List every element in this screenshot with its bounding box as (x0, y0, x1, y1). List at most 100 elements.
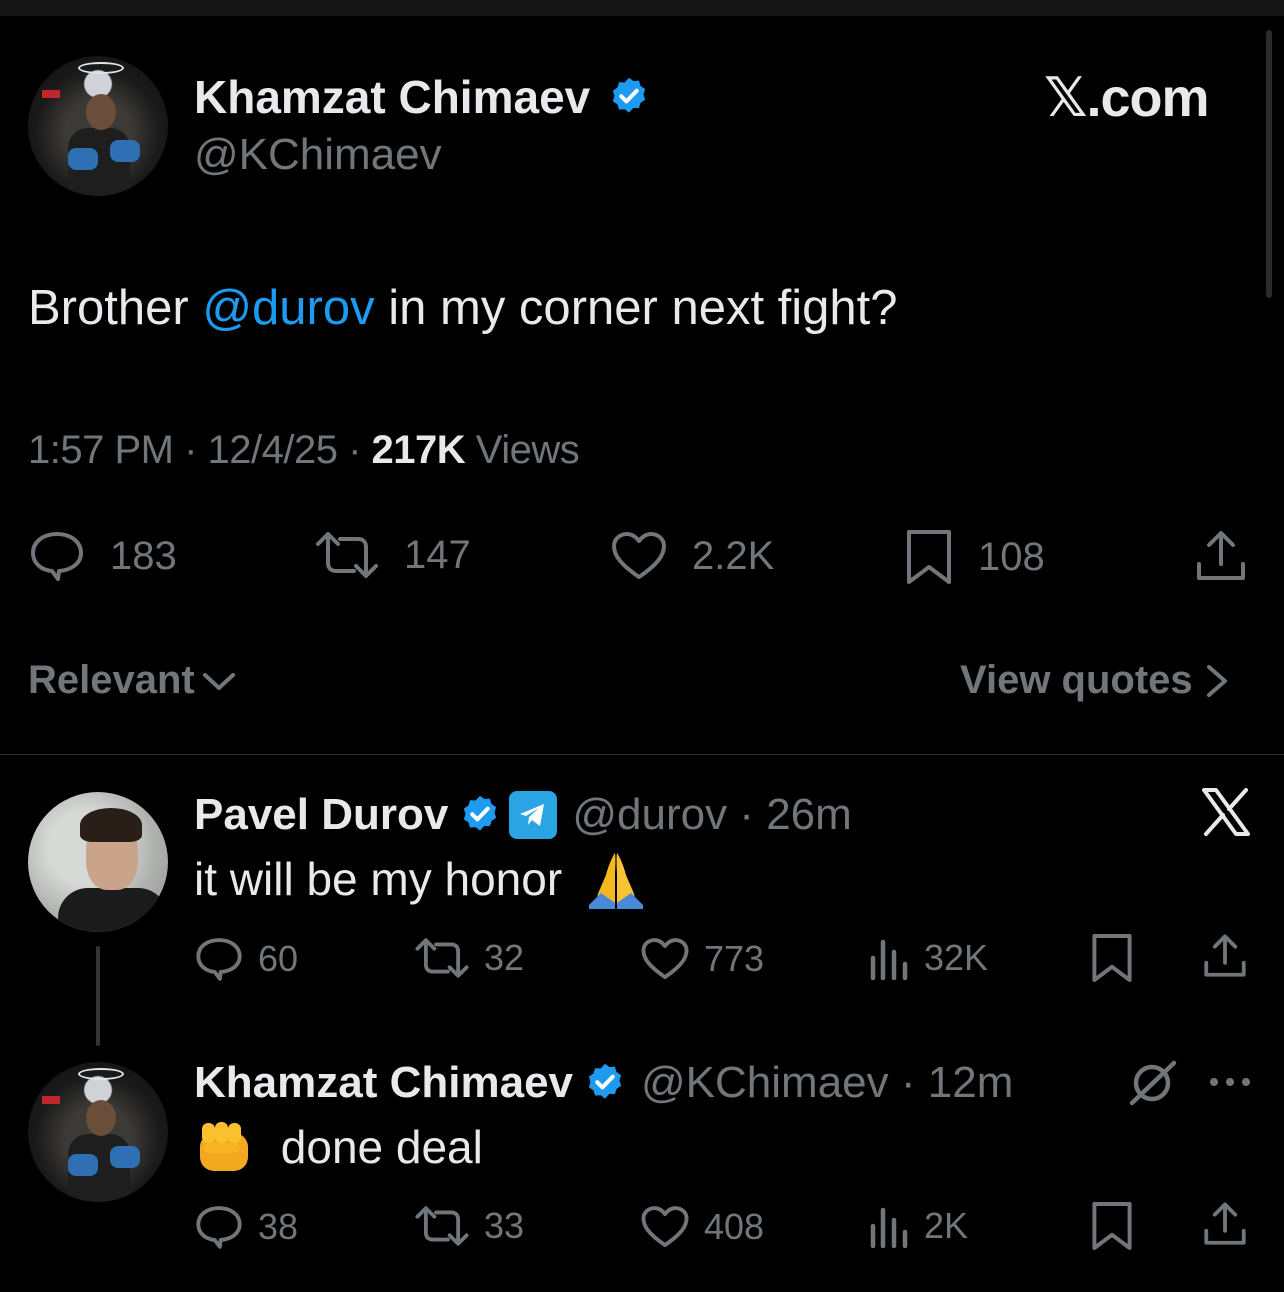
x-logo-icon (1202, 788, 1250, 836)
repost-button[interactable]: 33 (414, 1204, 524, 1248)
reply-icon (196, 938, 242, 981)
glove-left (68, 148, 98, 170)
meta-separator: · (888, 1058, 928, 1107)
share-button[interactable] (1202, 1200, 1248, 1248)
views-count: 217K (371, 428, 466, 472)
share-icon (1204, 1202, 1246, 1245)
like-count: 2.2K (692, 533, 775, 578)
repost-count: 33 (484, 1205, 525, 1246)
reply-text: done deal (194, 1120, 483, 1175)
repost-icon (415, 1206, 469, 1246)
figure-hair (80, 808, 142, 842)
reply-body: it will be my honor (194, 853, 563, 905)
grok-icon[interactable] (1126, 1058, 1178, 1108)
chevron-right-icon (1206, 664, 1227, 697)
views-button[interactable]: 2K (868, 1204, 968, 1248)
like-count: 408 (704, 1206, 765, 1247)
figure-shirt (58, 888, 168, 932)
repost-icon (415, 938, 469, 978)
figure-head (86, 94, 116, 130)
oncoming-fist-icon (200, 1121, 248, 1171)
reply-button[interactable]: 60 (194, 936, 298, 982)
like-button[interactable]: 773 (640, 936, 764, 982)
reply-button[interactable]: 38 (194, 1204, 298, 1250)
meta-separator: · (337, 428, 372, 472)
author-name[interactable]: Khamzat Chimaev (194, 1058, 573, 1108)
tweet-date[interactable]: 12/4/25 (208, 428, 338, 472)
banner-detail (42, 1096, 60, 1104)
view-quotes-label: View quotes (960, 658, 1193, 702)
share-icon (1197, 531, 1245, 580)
repost-count: 147 (404, 532, 471, 577)
divider (0, 754, 1284, 755)
reply-count: 183 (110, 533, 177, 578)
sort-label: Relevant (28, 658, 195, 702)
more-icon[interactable] (1208, 1072, 1252, 1092)
views-icon (870, 939, 908, 980)
reply-text: it will be my honor (194, 852, 647, 909)
like-button[interactable]: 2.2K (610, 530, 774, 582)
author-handle[interactable]: @KChimaev (194, 130, 442, 180)
scrollbar[interactable] (1266, 30, 1272, 298)
like-icon (612, 532, 666, 579)
share-button[interactable] (1194, 528, 1248, 584)
views-label: Views (465, 428, 580, 472)
repost-icon (316, 532, 378, 578)
view-quotes-link[interactable]: View quotes (960, 658, 1235, 703)
author-name[interactable]: Khamzat Chimaev (194, 71, 590, 123)
bookmark-count: 108 (978, 534, 1045, 579)
banner-detail (42, 90, 60, 98)
reply-age[interactable]: 26m (766, 790, 852, 839)
verified-badge-icon (464, 795, 497, 831)
repost-button[interactable]: 32 (414, 936, 524, 980)
repost-button[interactable]: 147 (314, 530, 471, 580)
bookmark-button[interactable]: 108 (904, 528, 1045, 586)
bookmark-button[interactable] (1090, 1200, 1134, 1252)
reply-icon (196, 1206, 242, 1249)
avatar[interactable] (28, 792, 168, 932)
author-name[interactable]: Pavel Durov (194, 790, 448, 840)
tweet-time[interactable]: 1:57 PM (28, 428, 174, 472)
like-button[interactable]: 408 (640, 1204, 764, 1250)
author-handle[interactable]: @KChimaev (641, 1058, 889, 1107)
figure-head (86, 1100, 116, 1136)
views-icon (870, 1207, 908, 1248)
like-count: 773 (704, 938, 765, 979)
views-count: 32K (924, 937, 989, 978)
verified-badge-icon (612, 77, 646, 113)
tweet-meta: 1:57 PM · 12/4/25 · 217K Views (28, 428, 580, 473)
folded-hands-icon (588, 852, 643, 909)
mention-link[interactable]: @durov (202, 281, 374, 335)
bookmark-icon (1092, 934, 1132, 982)
bookmark-button[interactable] (1090, 932, 1134, 984)
avatar[interactable] (28, 56, 168, 196)
avatar[interactable] (28, 1062, 168, 1202)
tweet-text: Brother @durov in my corner next fight? (28, 280, 898, 336)
share-button[interactable] (1202, 932, 1248, 980)
author-handle[interactable]: @durov (572, 790, 727, 839)
ring-light (78, 1068, 124, 1080)
ring-light (78, 62, 124, 74)
telegram-icon[interactable] (508, 790, 558, 840)
reply-button[interactable]: 183 (28, 530, 177, 582)
glove-right (110, 140, 140, 162)
tweet-text-start: Brother (28, 281, 203, 335)
meta-separator: · (727, 790, 767, 839)
views-button[interactable]: 32K (868, 936, 988, 980)
like-icon (641, 1206, 689, 1248)
reply-age[interactable]: 12m (928, 1058, 1014, 1107)
bookmark-icon (1092, 1202, 1132, 1250)
verified-badge-icon (588, 1063, 622, 1099)
thread-line (96, 946, 100, 1046)
sort-dropdown[interactable]: Relevant (28, 658, 239, 703)
brand-watermark: 𝕏.com (1044, 68, 1210, 128)
glove-right (110, 1146, 140, 1168)
like-icon (641, 938, 689, 980)
meta-separator: · (173, 428, 208, 472)
chevron-down-icon (202, 672, 235, 690)
bookmark-icon (907, 530, 951, 584)
reply-body: done deal (280, 1121, 483, 1173)
share-icon (1204, 934, 1246, 977)
reply-count: 60 (258, 938, 299, 979)
tweet-text-end: in my corner next fight? (374, 281, 898, 335)
